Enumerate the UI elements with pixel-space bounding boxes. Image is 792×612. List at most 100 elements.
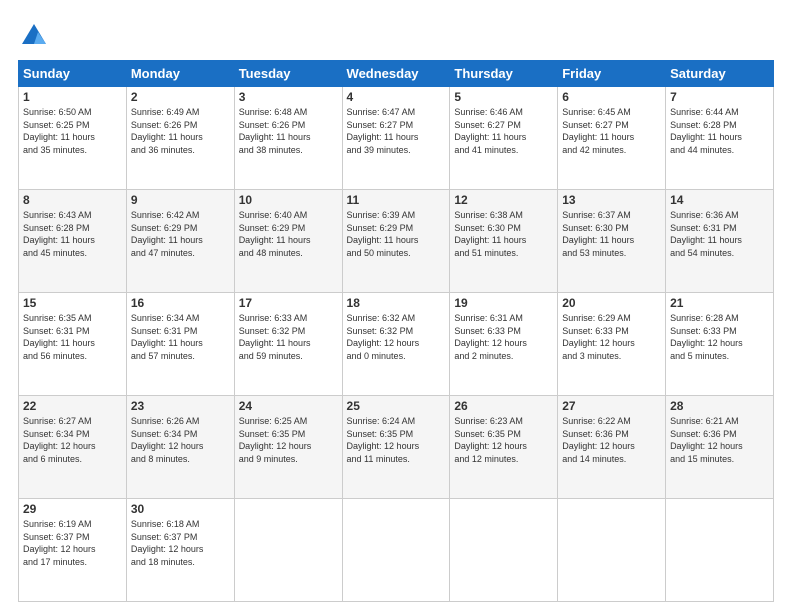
calendar-cell-day-7: 7 Sunrise: 6:44 AMSunset: 6:28 PMDaylight… bbox=[666, 87, 774, 190]
day-number: 1 bbox=[23, 90, 122, 104]
header bbox=[18, 18, 774, 50]
day-number: 28 bbox=[670, 399, 769, 413]
calendar-cell-day-1: 1 Sunrise: 6:50 AMSunset: 6:25 PMDaylight… bbox=[19, 87, 127, 190]
day-number: 7 bbox=[670, 90, 769, 104]
day-number: 5 bbox=[454, 90, 553, 104]
calendar-cell-day-6: 6 Sunrise: 6:45 AMSunset: 6:27 PMDaylight… bbox=[558, 87, 666, 190]
day-number: 22 bbox=[23, 399, 122, 413]
empty-cell bbox=[558, 499, 666, 602]
logo-icon bbox=[20, 22, 48, 50]
logo bbox=[18, 22, 48, 50]
cell-content: Sunrise: 6:24 AMSunset: 6:35 PMDaylight:… bbox=[347, 415, 446, 465]
calendar-cell-day-16: 16Sunrise: 6:34 AMSunset: 6:31 PMDayligh… bbox=[126, 293, 234, 396]
calendar-cell-day-23: 23 Sunrise: 6:26 AMSunset: 6:34 PMDayligh… bbox=[126, 396, 234, 499]
calendar-cell-day-18: 18 Sunrise: 6:32 AMSunset: 6:32 PMDayligh… bbox=[342, 293, 450, 396]
cell-content: Sunrise: 6:46 AMSunset: 6:27 PMDaylight:… bbox=[454, 106, 553, 156]
day-number: 30 bbox=[131, 502, 230, 516]
col-header-wednesday: Wednesday bbox=[342, 61, 450, 87]
calendar-cell-day-14: 14Sunrise: 6:36 AMSunset: 6:31 PMDayligh… bbox=[666, 190, 774, 293]
day-number: 2 bbox=[131, 90, 230, 104]
day-number: 17 bbox=[239, 296, 338, 310]
day-number: 20 bbox=[562, 296, 661, 310]
day-number: 4 bbox=[347, 90, 446, 104]
calendar-week-row: 29Sunrise: 6:19 AMSunset: 6:37 PMDayligh… bbox=[19, 499, 774, 602]
day-number: 27 bbox=[562, 399, 661, 413]
empty-cell bbox=[342, 499, 450, 602]
col-header-saturday: Saturday bbox=[666, 61, 774, 87]
cell-content: Sunrise: 6:32 AMSunset: 6:32 PMDaylight:… bbox=[347, 312, 446, 362]
calendar-week-row: 1 Sunrise: 6:50 AMSunset: 6:25 PMDaylight… bbox=[19, 87, 774, 190]
calendar-week-row: 22 Sunrise: 6:27 AMSunset: 6:34 PMDayligh… bbox=[19, 396, 774, 499]
cell-content: Sunrise: 6:34 AMSunset: 6:31 PMDaylight:… bbox=[131, 312, 230, 362]
cell-content: Sunrise: 6:36 AMSunset: 6:31 PMDaylight:… bbox=[670, 209, 769, 259]
day-number: 9 bbox=[131, 193, 230, 207]
cell-content: Sunrise: 6:38 AMSunset: 6:30 PMDaylight:… bbox=[454, 209, 553, 259]
calendar-cell-day-30: 30 Sunrise: 6:18 AMSunset: 6:37 PMDayligh… bbox=[126, 499, 234, 602]
calendar-cell-day-4: 4 Sunrise: 6:47 AMSunset: 6:27 PMDaylight… bbox=[342, 87, 450, 190]
cell-content: Sunrise: 6:26 AMSunset: 6:34 PMDaylight:… bbox=[131, 415, 230, 465]
cell-content: Sunrise: 6:22 AMSunset: 6:36 PMDaylight:… bbox=[562, 415, 661, 465]
day-number: 3 bbox=[239, 90, 338, 104]
day-number: 25 bbox=[347, 399, 446, 413]
col-header-thursday: Thursday bbox=[450, 61, 558, 87]
cell-content: Sunrise: 6:48 AMSunset: 6:26 PMDaylight:… bbox=[239, 106, 338, 156]
cell-content: Sunrise: 6:49 AMSunset: 6:26 PMDaylight:… bbox=[131, 106, 230, 156]
calendar-cell-day-5: 5 Sunrise: 6:46 AMSunset: 6:27 PMDaylight… bbox=[450, 87, 558, 190]
col-header-monday: Monday bbox=[126, 61, 234, 87]
day-number: 6 bbox=[562, 90, 661, 104]
calendar-week-row: 15Sunrise: 6:35 AMSunset: 6:31 PMDayligh… bbox=[19, 293, 774, 396]
calendar-cell-day-28: 28 Sunrise: 6:21 AMSunset: 6:36 PMDayligh… bbox=[666, 396, 774, 499]
cell-content: Sunrise: 6:28 AMSunset: 6:33 PMDaylight:… bbox=[670, 312, 769, 362]
page: SundayMondayTuesdayWednesdayThursdayFrid… bbox=[0, 0, 792, 612]
calendar-cell-day-22: 22 Sunrise: 6:27 AMSunset: 6:34 PMDayligh… bbox=[19, 396, 127, 499]
calendar-cell-day-20: 20 Sunrise: 6:29 AMSunset: 6:33 PMDayligh… bbox=[558, 293, 666, 396]
day-number: 10 bbox=[239, 193, 338, 207]
calendar-header-row: SundayMondayTuesdayWednesdayThursdayFrid… bbox=[19, 61, 774, 87]
day-number: 18 bbox=[347, 296, 446, 310]
calendar-cell-day-10: 10 Sunrise: 6:40 AMSunset: 6:29 PMDayligh… bbox=[234, 190, 342, 293]
day-number: 12 bbox=[454, 193, 553, 207]
calendar-cell-day-12: 12 Sunrise: 6:38 AMSunset: 6:30 PMDayligh… bbox=[450, 190, 558, 293]
cell-content: Sunrise: 6:42 AMSunset: 6:29 PMDaylight:… bbox=[131, 209, 230, 259]
day-number: 23 bbox=[131, 399, 230, 413]
day-number: 29 bbox=[23, 502, 122, 516]
cell-content: Sunrise: 6:27 AMSunset: 6:34 PMDaylight:… bbox=[23, 415, 122, 465]
cell-content: Sunrise: 6:18 AMSunset: 6:37 PMDaylight:… bbox=[131, 518, 230, 568]
col-header-tuesday: Tuesday bbox=[234, 61, 342, 87]
day-number: 26 bbox=[454, 399, 553, 413]
empty-cell bbox=[234, 499, 342, 602]
cell-content: Sunrise: 6:40 AMSunset: 6:29 PMDaylight:… bbox=[239, 209, 338, 259]
cell-content: Sunrise: 6:31 AMSunset: 6:33 PMDaylight:… bbox=[454, 312, 553, 362]
calendar-cell-day-24: 24Sunrise: 6:25 AMSunset: 6:35 PMDayligh… bbox=[234, 396, 342, 499]
cell-content: Sunrise: 6:45 AMSunset: 6:27 PMDaylight:… bbox=[562, 106, 661, 156]
calendar-cell-day-21: 21 Sunrise: 6:28 AMSunset: 6:33 PMDayligh… bbox=[666, 293, 774, 396]
calendar-cell-day-17: 17 Sunrise: 6:33 AMSunset: 6:32 PMDayligh… bbox=[234, 293, 342, 396]
day-number: 8 bbox=[23, 193, 122, 207]
calendar-cell-day-25: 25 Sunrise: 6:24 AMSunset: 6:35 PMDayligh… bbox=[342, 396, 450, 499]
cell-content: Sunrise: 6:44 AMSunset: 6:28 PMDaylight:… bbox=[670, 106, 769, 156]
calendar-table: SundayMondayTuesdayWednesdayThursdayFrid… bbox=[18, 60, 774, 602]
day-number: 21 bbox=[670, 296, 769, 310]
empty-cell bbox=[450, 499, 558, 602]
empty-cell bbox=[666, 499, 774, 602]
cell-content: Sunrise: 6:39 AMSunset: 6:29 PMDaylight:… bbox=[347, 209, 446, 259]
cell-content: Sunrise: 6:33 AMSunset: 6:32 PMDaylight:… bbox=[239, 312, 338, 362]
calendar-cell-day-29: 29Sunrise: 6:19 AMSunset: 6:37 PMDayligh… bbox=[19, 499, 127, 602]
cell-content: Sunrise: 6:43 AMSunset: 6:28 PMDaylight:… bbox=[23, 209, 122, 259]
day-number: 15 bbox=[23, 296, 122, 310]
calendar-cell-day-9: 9 Sunrise: 6:42 AMSunset: 6:29 PMDaylight… bbox=[126, 190, 234, 293]
calendar-cell-day-8: 8 Sunrise: 6:43 AMSunset: 6:28 PMDaylight… bbox=[19, 190, 127, 293]
day-number: 13 bbox=[562, 193, 661, 207]
day-number: 19 bbox=[454, 296, 553, 310]
cell-content: Sunrise: 6:47 AMSunset: 6:27 PMDaylight:… bbox=[347, 106, 446, 156]
calendar-cell-day-2: 2 Sunrise: 6:49 AMSunset: 6:26 PMDaylight… bbox=[126, 87, 234, 190]
col-header-friday: Friday bbox=[558, 61, 666, 87]
col-header-sunday: Sunday bbox=[19, 61, 127, 87]
cell-content: Sunrise: 6:50 AMSunset: 6:25 PMDaylight:… bbox=[23, 106, 122, 156]
day-number: 24 bbox=[239, 399, 338, 413]
calendar-cell-day-13: 13Sunrise: 6:37 AMSunset: 6:30 PMDayligh… bbox=[558, 190, 666, 293]
calendar-cell-day-3: 3 Sunrise: 6:48 AMSunset: 6:26 PMDaylight… bbox=[234, 87, 342, 190]
day-number: 11 bbox=[347, 193, 446, 207]
cell-content: Sunrise: 6:29 AMSunset: 6:33 PMDaylight:… bbox=[562, 312, 661, 362]
cell-content: Sunrise: 6:21 AMSunset: 6:36 PMDaylight:… bbox=[670, 415, 769, 465]
